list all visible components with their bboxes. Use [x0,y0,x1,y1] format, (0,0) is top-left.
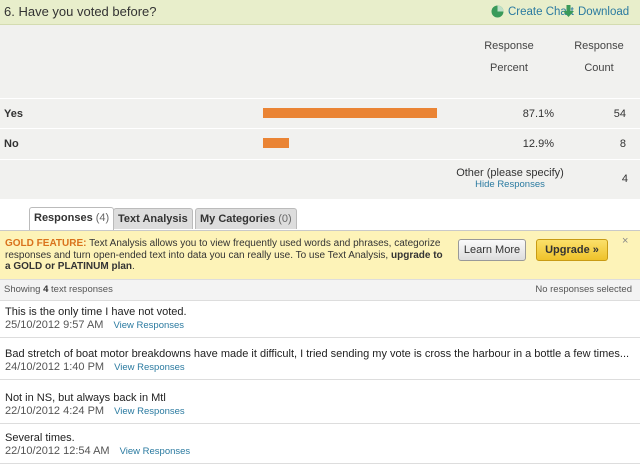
showing-count-text: Showing 4 text responses [4,284,113,295]
gold-feature-text: GOLD FEATURE: Text Analysis allows you t… [5,238,445,273]
answer-count: 8 [619,138,626,150]
response-text: Bad stretch of boat motor breakdowns hav… [5,348,630,360]
view-responses-link[interactable]: View Responses [120,446,191,457]
response-meta: 22/10/2012 12:54 AM View Responses [5,445,190,457]
response-text: Several times. [5,432,75,444]
download-arrow-icon [563,5,574,17]
download-label: Download [578,5,630,18]
tab-count: (0) [278,213,292,225]
column-headers: Response Percent Response Count [0,25,640,98]
close-icon[interactable]: × [622,235,628,247]
hide-responses-link[interactable]: Hide Responses [430,179,590,190]
question-title: 6. Have you voted before? [4,4,157,19]
view-responses-link[interactable]: View Responses [114,362,185,373]
other-row: Other (please specify) Hide Responses 4 [0,159,640,200]
tab-count: (4) [95,212,110,224]
response-percent-header: Response Percent [470,35,548,79]
response-meta: 24/10/2012 1:40 PM View Responses [5,361,185,373]
answer-label: Yes [4,108,23,120]
gold-feature-tag: GOLD FEATURE: [5,238,87,249]
tab-responses[interactable]: Responses (4) [29,207,115,230]
other-label-block: Other (please specify) Hide Responses [430,167,590,191]
gold-text-part: . [132,261,135,272]
response-tabs: Responses (4) Text Analysis My Categorie… [0,199,640,230]
header-line: Response [484,40,534,52]
answer-bar [263,138,289,148]
header-line: Response [574,40,624,52]
download-button[interactable]: Download [563,5,629,18]
response-date: 24/10/2012 1:40 PM [5,361,105,373]
response-text: This is the only time I have not voted. [5,306,187,318]
response-item: Several times. 22/10/2012 12:54 AM View R… [0,427,640,464]
response-item: Bad stretch of boat motor breakdowns hav… [0,343,640,380]
response-count-header: Response Count [562,35,636,79]
showing-bar: Showing 4 text responses No responses se… [0,279,640,301]
view-responses-link[interactable]: View Responses [114,406,185,417]
response-date: 22/10/2012 4:24 PM [5,405,105,417]
answer-count: 54 [613,108,626,120]
response-item: Not in NS, but always back in Mtl 22/10/… [0,387,640,424]
pie-chart-icon [491,5,504,18]
tab-label: Text Analysis [118,213,188,225]
tab-text-analysis[interactable]: Text Analysis [113,208,193,229]
response-date: 22/10/2012 12:54 AM [5,445,110,457]
response-meta: 25/10/2012 9:57 AM View Responses [5,319,184,331]
tab-label: My Categories [200,213,276,225]
tab-label: Responses [34,212,93,224]
answer-label: No [4,138,19,150]
response-text: Not in NS, but always back in Mtl [5,392,166,404]
answer-row-no: No 12.9% 8 [0,128,640,159]
header-line: Percent [490,62,528,74]
response-date: 25/10/2012 9:57 AM [5,319,104,331]
selection-status: No responses selected [535,284,632,295]
header-line: Count [584,62,614,74]
tab-my-categories[interactable]: My Categories (0) [195,208,297,229]
response-item: This is the only time I have not voted. … [0,301,640,338]
question-header: 6. Have you voted before? Create Chart D… [0,0,640,25]
answer-percent: 87.1% [522,108,554,120]
create-chart-button[interactable]: Create Chart [491,5,574,18]
other-count: 4 [621,173,628,185]
other-label: Other (please specify) [456,167,564,179]
upgrade-button[interactable]: Upgrade » [536,239,608,261]
response-meta: 22/10/2012 4:24 PM View Responses [5,405,185,417]
learn-more-button[interactable]: Learn More [458,239,526,261]
showing-post: text responses [48,284,113,295]
answer-bar [263,108,437,118]
view-responses-link[interactable]: View Responses [113,320,184,331]
answer-row-yes: Yes 87.1% 54 [0,98,640,129]
gold-feature-banner: GOLD FEATURE: Text Analysis allows you t… [0,230,640,280]
answer-percent: 12.9% [522,138,554,150]
showing-pre: Showing [4,284,44,295]
